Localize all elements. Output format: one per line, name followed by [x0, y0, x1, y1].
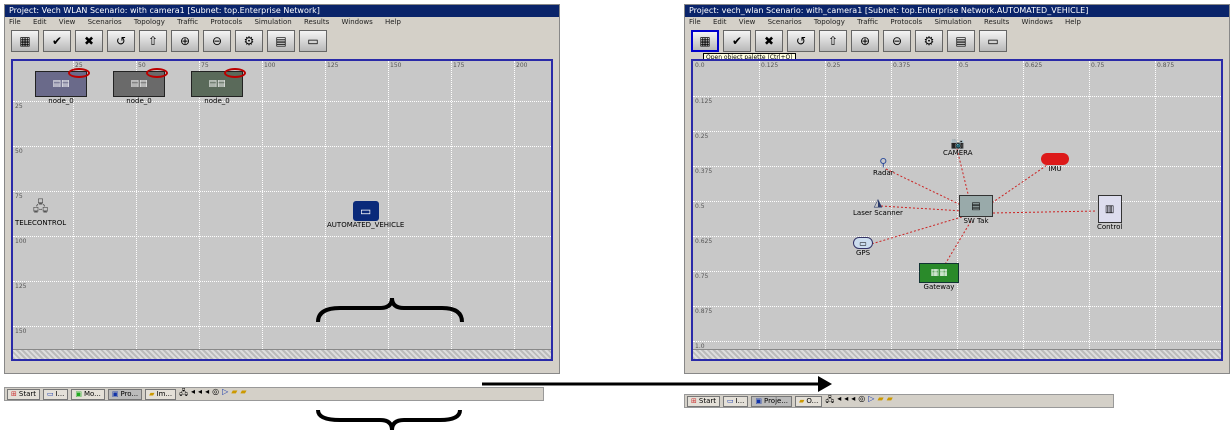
brace-top: [316, 297, 464, 323]
tray-icon[interactable]: ◎: [858, 394, 865, 408]
app-icon: ▭: [46, 389, 54, 398]
folder-icon[interactable]: ▰: [240, 387, 246, 401]
taskbar-item[interactable]: ▭ I...: [42, 388, 69, 400]
tray-icon[interactable]: ◂: [851, 394, 855, 408]
taskbar-item[interactable]: ▰ Im...: [145, 388, 177, 400]
app-icon: ▣: [111, 389, 119, 398]
windows-logo-icon: ⊞: [691, 396, 697, 405]
app-icon: ▭: [726, 396, 734, 405]
start-button[interactable]: ⊞ Start: [687, 395, 720, 407]
right-taskbar: ⊞ Start ▭ I... ▣ Proje... ▰ O... 🖧 ◂ ◂ ◂ ◎ …: [684, 394, 1114, 408]
pointer-arrowhead: [818, 376, 832, 392]
app-icon: ▣: [755, 396, 762, 405]
folder-icon[interactable]: ▰: [887, 394, 893, 408]
tray-icon[interactable]: ▷: [222, 387, 228, 401]
tray-icon[interactable]: ▷: [868, 394, 874, 408]
start-button[interactable]: ⊞ Start: [7, 388, 40, 400]
folder-icon[interactable]: ▰: [231, 387, 237, 401]
tray-icon[interactable]: ◂: [844, 394, 848, 408]
taskbar-item[interactable]: ▣ Mo...: [71, 388, 105, 400]
tray-icon[interactable]: ◎: [212, 387, 219, 401]
tray-icon[interactable]: ◂: [205, 387, 209, 401]
quick-launch-tray: 🖧 ◂ ◂ ◂ ◎ ▷ ▰ ▰: [825, 394, 892, 408]
app-icon: ▣: [75, 389, 82, 398]
folder-icon: ▰: [149, 389, 155, 398]
windows-logo-icon: ⊞: [11, 389, 17, 398]
annotation-overlay: [316, 297, 832, 430]
speaker-icon[interactable]: ◂: [837, 394, 841, 408]
folder-icon: ▰: [799, 396, 805, 405]
taskbar-item[interactable]: ▰ O...: [795, 395, 823, 407]
network-icon[interactable]: 🖧: [825, 394, 834, 408]
left-taskbar: ⊞ Start ▭ I... ▣ Mo... ▣ Pro... ▰ Im... 🖧 ◂ …: [4, 387, 544, 401]
tray-icon[interactable]: ◂: [198, 387, 202, 401]
network-icon[interactable]: 🖧: [179, 387, 188, 401]
brace-bottom: [316, 409, 462, 430]
folder-icon[interactable]: ▰: [877, 394, 883, 408]
taskbar-item[interactable]: ▣ Pro...: [107, 388, 143, 400]
taskbar-item[interactable]: ▣ Proje...: [751, 395, 793, 407]
taskbar-item[interactable]: ▭ I...: [722, 395, 749, 407]
speaker-icon[interactable]: ◂: [191, 387, 195, 401]
quick-launch-tray: 🖧 ◂ ◂ ◂ ◎ ▷ ▰ ▰: [179, 387, 246, 401]
